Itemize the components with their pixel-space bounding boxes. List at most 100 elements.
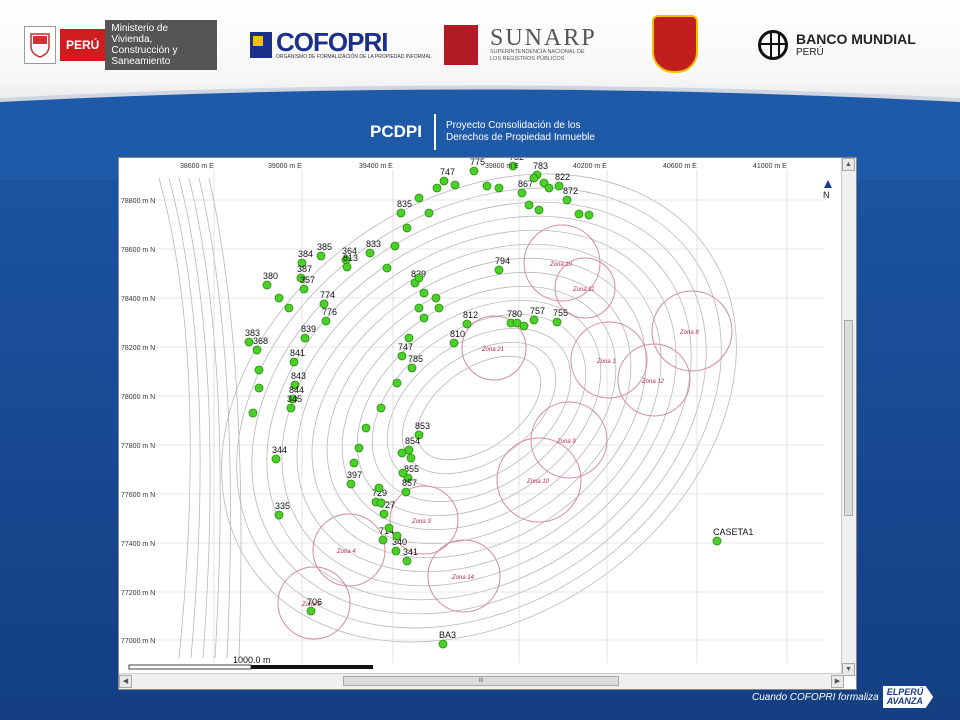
survey-point[interactable]: [562, 195, 572, 205]
survey-point[interactable]: [434, 303, 444, 313]
survey-point[interactable]: [398, 468, 408, 478]
survey-point[interactable]: [392, 531, 402, 541]
survey-point[interactable]: [321, 316, 331, 326]
survey-point[interactable]: [552, 317, 562, 327]
survey-point[interactable]: [419, 288, 429, 298]
survey-point-label: 857: [402, 478, 417, 488]
zone-label: Zona 12: [641, 379, 665, 385]
survey-point[interactable]: [384, 523, 394, 533]
survey-point[interactable]: [401, 487, 411, 497]
survey-point[interactable]: [254, 365, 264, 375]
survey-point[interactable]: [379, 509, 389, 519]
survey-point-label: 833: [366, 239, 381, 249]
survey-point[interactable]: [376, 498, 386, 508]
survey-point[interactable]: [529, 173, 539, 183]
survey-point[interactable]: [354, 443, 364, 453]
survey-point[interactable]: [519, 321, 529, 331]
survey-point[interactable]: [361, 423, 371, 433]
ign-logo: [652, 14, 698, 74]
survey-point[interactable]: [450, 180, 460, 190]
survey-point[interactable]: [529, 315, 539, 325]
survey-point[interactable]: [346, 479, 356, 489]
survey-point[interactable]: [396, 208, 406, 218]
survey-point[interactable]: [534, 205, 544, 215]
survey-point[interactable]: [271, 454, 281, 464]
footer-slogan: Cuando COFOPRI formaliza: [752, 691, 879, 703]
survey-point[interactable]: [397, 448, 407, 458]
survey-point[interactable]: [424, 208, 434, 218]
survey-point[interactable]: [299, 284, 309, 294]
survey-point-label: 368: [253, 336, 268, 346]
survey-point[interactable]: [414, 193, 424, 203]
scroll-left-button[interactable]: ◀: [119, 675, 132, 688]
survey-point[interactable]: [262, 280, 272, 290]
survey-point[interactable]: [712, 536, 722, 546]
survey-point[interactable]: [432, 183, 442, 193]
survey-point-label: 841: [290, 348, 305, 358]
north-label: N: [823, 190, 830, 200]
survey-point[interactable]: [274, 510, 284, 520]
survey-point[interactable]: [404, 333, 414, 343]
survey-point[interactable]: [397, 351, 407, 361]
survey-point[interactable]: [382, 263, 392, 273]
survey-point[interactable]: [342, 262, 352, 272]
survey-point[interactable]: [349, 458, 359, 468]
survey-point[interactable]: [574, 209, 584, 219]
survey-point[interactable]: [284, 303, 294, 313]
survey-point[interactable]: [244, 337, 254, 347]
survey-point[interactable]: [252, 345, 262, 355]
x-axis-tick-label: 40200 m E: [573, 163, 607, 170]
survey-point[interactable]: [300, 333, 310, 343]
survey-point[interactable]: [376, 403, 386, 413]
survey-point[interactable]: [584, 210, 594, 220]
survey-point[interactable]: [365, 248, 375, 258]
survey-point-label: 747: [398, 342, 413, 352]
survey-point[interactable]: [402, 556, 412, 566]
survey-point[interactable]: [524, 200, 534, 210]
survey-point[interactable]: [254, 383, 264, 393]
survey-point[interactable]: [431, 293, 441, 303]
survey-point[interactable]: [469, 166, 479, 176]
survey-point[interactable]: [402, 223, 412, 233]
y-axis-tick-label: 78000 m N: [121, 394, 155, 401]
survey-point[interactable]: [316, 251, 326, 261]
survey-point[interactable]: [414, 303, 424, 313]
survey-point-label: 385: [317, 242, 332, 252]
survey-point[interactable]: [374, 483, 384, 493]
survey-point[interactable]: [544, 183, 554, 193]
survey-point[interactable]: [392, 378, 402, 388]
horizontal-scroll-thumb[interactable]: III: [343, 676, 619, 686]
survey-point[interactable]: [390, 241, 400, 251]
survey-point[interactable]: [286, 403, 296, 413]
map-canvas[interactable]: Zona 10 Zona 11 Zona 8 Zona 21 Zona 12 Zona 1…: [119, 158, 844, 676]
survey-point-label: 387: [297, 264, 312, 274]
survey-point[interactable]: [414, 273, 424, 283]
vertical-scrollbar[interactable]: ▲ ▼: [841, 158, 856, 676]
zone-label: Zona 3: [411, 519, 431, 525]
scroll-up-button[interactable]: ▲: [842, 158, 855, 171]
horizontal-scrollbar[interactable]: ◀ III ▶: [119, 673, 844, 689]
survey-point[interactable]: [449, 338, 459, 348]
y-axis-tick-label: 78200 m N: [121, 345, 155, 352]
survey-point[interactable]: [378, 535, 388, 545]
survey-point[interactable]: [494, 183, 504, 193]
survey-point[interactable]: [419, 313, 429, 323]
survey-point[interactable]: [274, 293, 284, 303]
survey-point[interactable]: [248, 408, 258, 418]
cofopri-logo: COFOPRI ORGANISMO DE FORMALIZACIÓN DE LA…: [250, 20, 432, 70]
survey-point[interactable]: [554, 181, 564, 191]
survey-point[interactable]: [482, 181, 492, 191]
survey-point[interactable]: [391, 546, 401, 556]
survey-point[interactable]: [438, 639, 448, 649]
survey-point[interactable]: [406, 453, 416, 463]
survey-point[interactable]: [517, 188, 527, 198]
survey-point[interactable]: [494, 265, 504, 275]
survey-point[interactable]: [462, 319, 472, 329]
survey-point[interactable]: [407, 363, 417, 373]
survey-point-label: 747: [440, 167, 455, 177]
survey-point[interactable]: [289, 357, 299, 367]
survey-point[interactable]: [439, 176, 449, 186]
vertical-scroll-thumb[interactable]: [844, 320, 853, 516]
survey-point[interactable]: [306, 606, 316, 616]
map-viewer[interactable]: Zona 10 Zona 11 Zona 8 Zona 21 Zona 12 Zona 1…: [118, 157, 857, 690]
